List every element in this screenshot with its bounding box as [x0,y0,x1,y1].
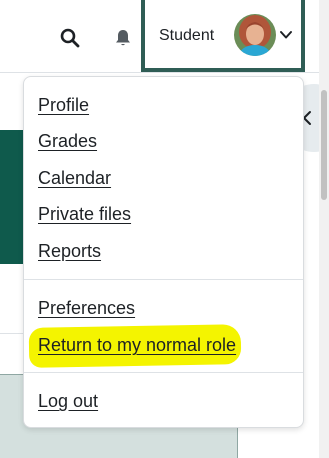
menu-divider [24,279,303,280]
menu-item-calendar[interactable]: Calendar [38,167,111,189]
menu-divider [24,372,303,373]
search-icon [60,28,80,48]
course-header-block [0,130,24,264]
scrollbar-thumb[interactable] [321,90,327,200]
user-menu-dropdown: Profile Grades Calendar Private files Re… [23,76,304,428]
menu-item-grades[interactable]: Grades [38,130,97,152]
menu-item-profile[interactable]: Profile [38,94,89,116]
scrollbar-track[interactable] [319,0,329,458]
menu-item-return-to-normal-role[interactable]: Return to my normal role [38,334,236,356]
menu-item-private-files[interactable]: Private files [38,203,131,225]
page-divider [0,333,24,334]
menu-item-reports[interactable]: Reports [38,240,101,262]
bell-icon [116,30,130,46]
user-menu-toggle[interactable]: Student [141,0,305,72]
search-button[interactable] [56,24,84,52]
user-avatar [234,14,276,56]
menu-item-preferences[interactable]: Preferences [38,297,135,319]
menu-item-log-out[interactable]: Log out [38,390,98,412]
chevron-down-icon [280,31,292,39]
notifications-button[interactable] [109,24,137,52]
user-name: Student [159,27,215,44]
